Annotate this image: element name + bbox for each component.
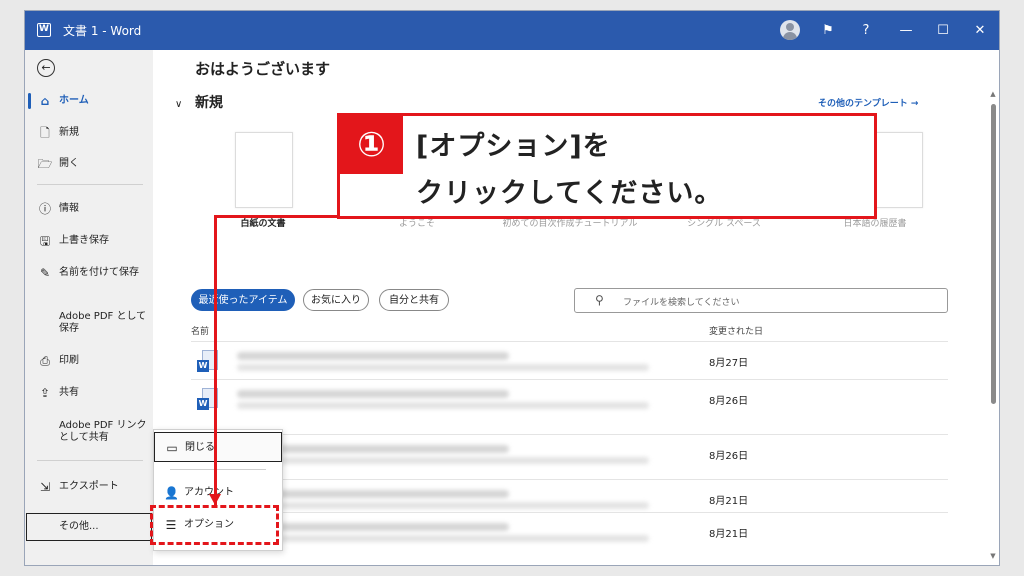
info-icon: ⓘ bbox=[38, 202, 51, 216]
sidebar-item-new[interactable]: 🗋 新規 bbox=[25, 120, 153, 146]
title-bar: W 文書 1 - Word ⚑ ? — ☐ ✕ bbox=[25, 11, 999, 50]
annotation-arrowhead bbox=[209, 494, 221, 505]
row-date: 8月26日 bbox=[709, 451, 749, 462]
filter-shared[interactable]: 自分と共有 bbox=[379, 289, 449, 311]
sidebar-item-label: Adobe PDF として 保存 bbox=[59, 311, 147, 334]
sidebar-item-save-adobe-pdf[interactable]: Adobe PDF として 保存 bbox=[25, 305, 153, 341]
redacted-path bbox=[237, 364, 649, 371]
sidebar-item-label: 印刷 bbox=[59, 355, 79, 366]
table-row[interactable]: W 8月26日 bbox=[191, 379, 948, 418]
redacted-path bbox=[237, 535, 649, 542]
sidebar-item-save-as[interactable]: ✎ 名前を付けて保存 bbox=[25, 260, 153, 286]
instruction-line-2: クリックしてください。 bbox=[416, 178, 723, 209]
table-row[interactable]: W 8月27日 bbox=[191, 341, 948, 380]
save-as-icon: ✎ bbox=[39, 266, 51, 280]
filter-recent[interactable]: 最近使ったアイテム bbox=[191, 289, 295, 311]
share-icon: ⇪ bbox=[39, 386, 51, 400]
more-button[interactable]: その他... bbox=[26, 513, 152, 541]
sidebar-item-label: 名前を付けて保存 bbox=[59, 267, 139, 278]
minimize-button[interactable]: — bbox=[895, 20, 917, 42]
greeting-heading: おはようございます bbox=[195, 60, 331, 78]
row-date: 8月21日 bbox=[709, 496, 749, 507]
word-app-icon: W bbox=[37, 23, 51, 37]
search-icon: ⚲ bbox=[595, 293, 604, 307]
person-icon: 👤 bbox=[164, 486, 179, 500]
column-header-modified[interactable]: 変更された日 bbox=[709, 324, 763, 337]
export-icon: ⇲ bbox=[39, 480, 51, 494]
sidebar-item-label: 開く bbox=[59, 158, 79, 169]
sidebar-item-save[interactable]: 🖫 上書き保存 bbox=[25, 228, 153, 254]
sidebar-item-label: エクスポート bbox=[59, 481, 119, 492]
sidebar-item-open[interactable]: 🗁 開く bbox=[25, 151, 153, 177]
more-button-label: その他... bbox=[59, 521, 99, 532]
row-date: 8月26日 bbox=[709, 396, 749, 407]
row-date: 8月27日 bbox=[709, 358, 749, 369]
back-arrow-icon[interactable]: ← bbox=[37, 59, 55, 77]
instruction-callout: ① [オプション]を クリックしてください。 bbox=[337, 113, 877, 219]
template-thumbnail-blank[interactable] bbox=[235, 132, 293, 208]
close-button[interactable]: ✕ bbox=[969, 20, 991, 42]
folder-open-icon: 🗁 bbox=[37, 157, 53, 171]
column-header-name[interactable]: 名前 bbox=[191, 324, 209, 337]
chevron-down-icon: ∨ bbox=[175, 99, 183, 110]
redacted-path bbox=[237, 402, 649, 409]
save-icon: 🖫 bbox=[39, 234, 51, 248]
row-date: 8月21日 bbox=[709, 529, 749, 540]
sidebar-item-label: 上書き保存 bbox=[59, 235, 109, 246]
redacted-path bbox=[237, 502, 649, 509]
window-title: 文書 1 - Word bbox=[63, 24, 142, 38]
table-row[interactable]: 8月26日 bbox=[191, 434, 948, 473]
sidebar-item-share-adobe-pdf-link[interactable]: Adobe PDF リンク として共有 bbox=[25, 414, 153, 450]
sidebar-item-label: Adobe PDF リンク として共有 bbox=[59, 420, 147, 443]
redacted-filename bbox=[237, 390, 509, 398]
table-row[interactable]: 8月21日 bbox=[191, 512, 948, 551]
sidebar-item-label: 情報 bbox=[59, 203, 79, 214]
sidebar-item-label: 共有 bbox=[59, 387, 79, 398]
new-document-icon: 🗋 bbox=[40, 126, 50, 140]
account-avatar[interactable] bbox=[780, 20, 800, 40]
annotation-connector-vertical bbox=[214, 215, 217, 505]
step-number-badge: ① bbox=[340, 116, 403, 174]
vertical-scrollbar[interactable]: ▲ ▼ bbox=[988, 90, 998, 560]
scroll-down-icon[interactable]: ▼ bbox=[988, 552, 998, 560]
word-window: W 文書 1 - Word ⚑ ? — ☐ ✕ ← ⌂ ホーム 🗋 新規 🗁 開… bbox=[24, 10, 1000, 566]
filter-favorites[interactable]: お気に入り bbox=[303, 289, 369, 311]
sidebar-item-print[interactable]: ⎙ 印刷 bbox=[25, 348, 153, 374]
sidebar-item-export[interactable]: ⇲ エクスポート bbox=[25, 474, 153, 500]
sidebar-item-label: 新規 bbox=[59, 127, 79, 138]
maximize-button[interactable]: ☐ bbox=[932, 20, 954, 42]
printer-icon: ⎙ bbox=[40, 354, 50, 368]
sidebar-item-home[interactable]: ⌂ ホーム bbox=[25, 88, 153, 114]
help-button[interactable]: ? bbox=[855, 20, 877, 42]
scrollbar-thumb[interactable] bbox=[991, 104, 996, 404]
menu-divider bbox=[170, 469, 266, 470]
scroll-up-icon[interactable]: ▲ bbox=[988, 90, 998, 98]
folder-icon: ▭ bbox=[166, 441, 178, 455]
sidebar-item-label: ホーム bbox=[59, 95, 89, 106]
redacted-path bbox=[237, 457, 649, 464]
sidebar-divider bbox=[37, 184, 143, 185]
search-placeholder: ファイルを検索してください bbox=[623, 298, 740, 308]
backstage-sidebar: ← ⌂ ホーム 🗋 新規 🗁 開く ⓘ 情報 🖫 上書き保存 ✎ 名前を付けて保… bbox=[25, 50, 153, 565]
home-icon: ⌂ bbox=[40, 94, 50, 108]
menu-item-close[interactable]: ▭ 閉じる bbox=[154, 432, 282, 462]
instruction-line-1: [オプション]を bbox=[416, 131, 611, 162]
sidebar-divider bbox=[37, 460, 143, 461]
new-section-heading[interactable]: ∨ 新規 bbox=[175, 92, 223, 112]
sidebar-item-share[interactable]: ⇪ 共有 bbox=[25, 380, 153, 406]
feedback-icon[interactable]: ⚑ bbox=[817, 20, 839, 42]
options-highlight-box bbox=[150, 505, 279, 545]
more-templates-link[interactable]: その他のテンプレート → bbox=[818, 96, 918, 109]
search-input[interactable]: ⚲ ファイルを検索してください bbox=[574, 288, 948, 313]
redacted-filename bbox=[237, 352, 509, 360]
sidebar-item-info[interactable]: ⓘ 情報 bbox=[25, 196, 153, 222]
menu-item-label: 閉じる bbox=[185, 442, 215, 453]
